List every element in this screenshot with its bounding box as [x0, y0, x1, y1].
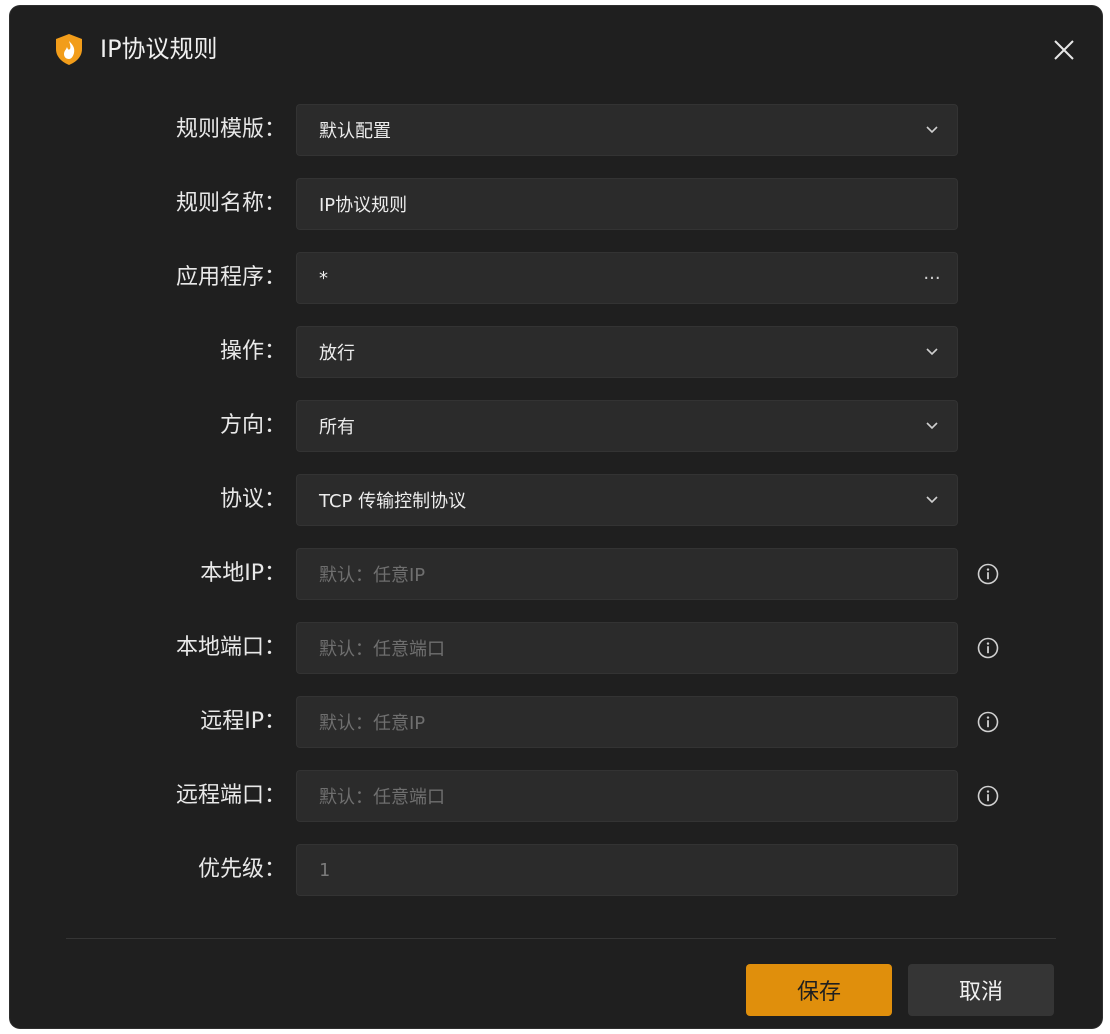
save-button[interactable]: 保存: [746, 964, 892, 1016]
info-icon[interactable]: [976, 562, 1000, 586]
local-port-placeholder: 默认：任意端口: [319, 639, 445, 660]
cancel-button[interactable]: 取消: [908, 964, 1054, 1016]
remote-ip-input[interactable]: 默认：任意IP: [296, 696, 958, 748]
form-row-protocol: 协议： TCP 传输控制协议: [10, 474, 1102, 526]
form-row-local-port: 本地端口： 默认：任意端口: [10, 622, 1102, 674]
action-value: 放行: [319, 343, 355, 364]
local-port-input[interactable]: 默认：任意端口: [296, 622, 958, 674]
remote-port-label: 远程端口：: [175, 783, 286, 808]
chevron-down-icon: [907, 401, 957, 451]
local-ip-input[interactable]: 默认：任意IP: [296, 548, 958, 600]
application-value: *: [319, 267, 328, 289]
priority-input[interactable]: 1: [296, 844, 958, 896]
footer-divider: [66, 938, 1056, 939]
close-button[interactable]: [1044, 30, 1084, 70]
browse-button[interactable]: ···: [907, 253, 957, 303]
chevron-down-icon: [907, 475, 957, 525]
form-row-remote-port: 远程端口： 默认：任意端口: [10, 770, 1102, 822]
direction-value: 所有: [319, 417, 355, 438]
chevron-down-icon: [907, 327, 957, 377]
template-value: 默认配置: [319, 121, 391, 142]
form-row-local-ip: 本地IP： 默认：任意IP: [10, 548, 1102, 600]
application-input[interactable]: * ···: [296, 252, 958, 304]
dialog-titlebar: IP协议规则: [10, 6, 1102, 86]
remote-ip-label: 远程IP：: [200, 709, 286, 734]
form-row-application: 应用程序： * ···: [10, 252, 1102, 304]
action-label: 操作：: [219, 339, 286, 364]
priority-label: 优先级：: [197, 857, 286, 882]
local-ip-placeholder: 默认：任意IP: [319, 565, 426, 586]
close-icon: [1054, 40, 1074, 60]
name-input[interactable]: IP协议规则: [296, 178, 958, 230]
chevron-down-icon: [907, 105, 957, 155]
template-dropdown[interactable]: 默认配置: [296, 104, 958, 156]
protocol-dropdown[interactable]: TCP 传输控制协议: [296, 474, 958, 526]
form-row-template: 规则模版： 默认配置: [10, 104, 1102, 156]
shield-flame-icon: [56, 34, 82, 65]
form-row-remote-ip: 远程IP： 默认：任意IP: [10, 696, 1102, 748]
remote-ip-placeholder: 默认：任意IP: [319, 713, 426, 734]
remote-port-input[interactable]: 默认：任意端口: [296, 770, 958, 822]
name-value: IP协议规则: [319, 195, 408, 216]
protocol-label: 协议：: [219, 487, 286, 512]
form-row-direction: 方向： 所有: [10, 400, 1102, 452]
direction-dropdown[interactable]: 所有: [296, 400, 958, 452]
name-label: 规则名称：: [175, 191, 286, 216]
direction-label: 方向：: [219, 413, 286, 438]
form-row-priority: 优先级： 1: [10, 844, 1102, 896]
protocol-value: TCP 传输控制协议: [319, 491, 467, 512]
template-label: 规则模版：: [175, 117, 286, 142]
remote-port-placeholder: 默认：任意端口: [319, 787, 445, 808]
info-icon[interactable]: [976, 710, 1000, 734]
dialog-title: IP协议规则: [100, 35, 218, 63]
action-dropdown[interactable]: 放行: [296, 326, 958, 378]
info-icon[interactable]: [976, 636, 1000, 660]
ip-rule-dialog: IP协议规则 规则模版： 默认配置 规则名称： IP协议规则 应用程序： * ·…: [10, 6, 1102, 1028]
local-port-label: 本地端口：: [175, 635, 286, 660]
local-ip-label: 本地IP：: [200, 561, 286, 586]
application-label: 应用程序：: [175, 265, 286, 290]
info-icon[interactable]: [976, 784, 1000, 808]
priority-value: 1: [319, 859, 330, 881]
form-row-name: 规则名称： IP协议规则: [10, 178, 1102, 230]
form-row-action: 操作： 放行: [10, 326, 1102, 378]
